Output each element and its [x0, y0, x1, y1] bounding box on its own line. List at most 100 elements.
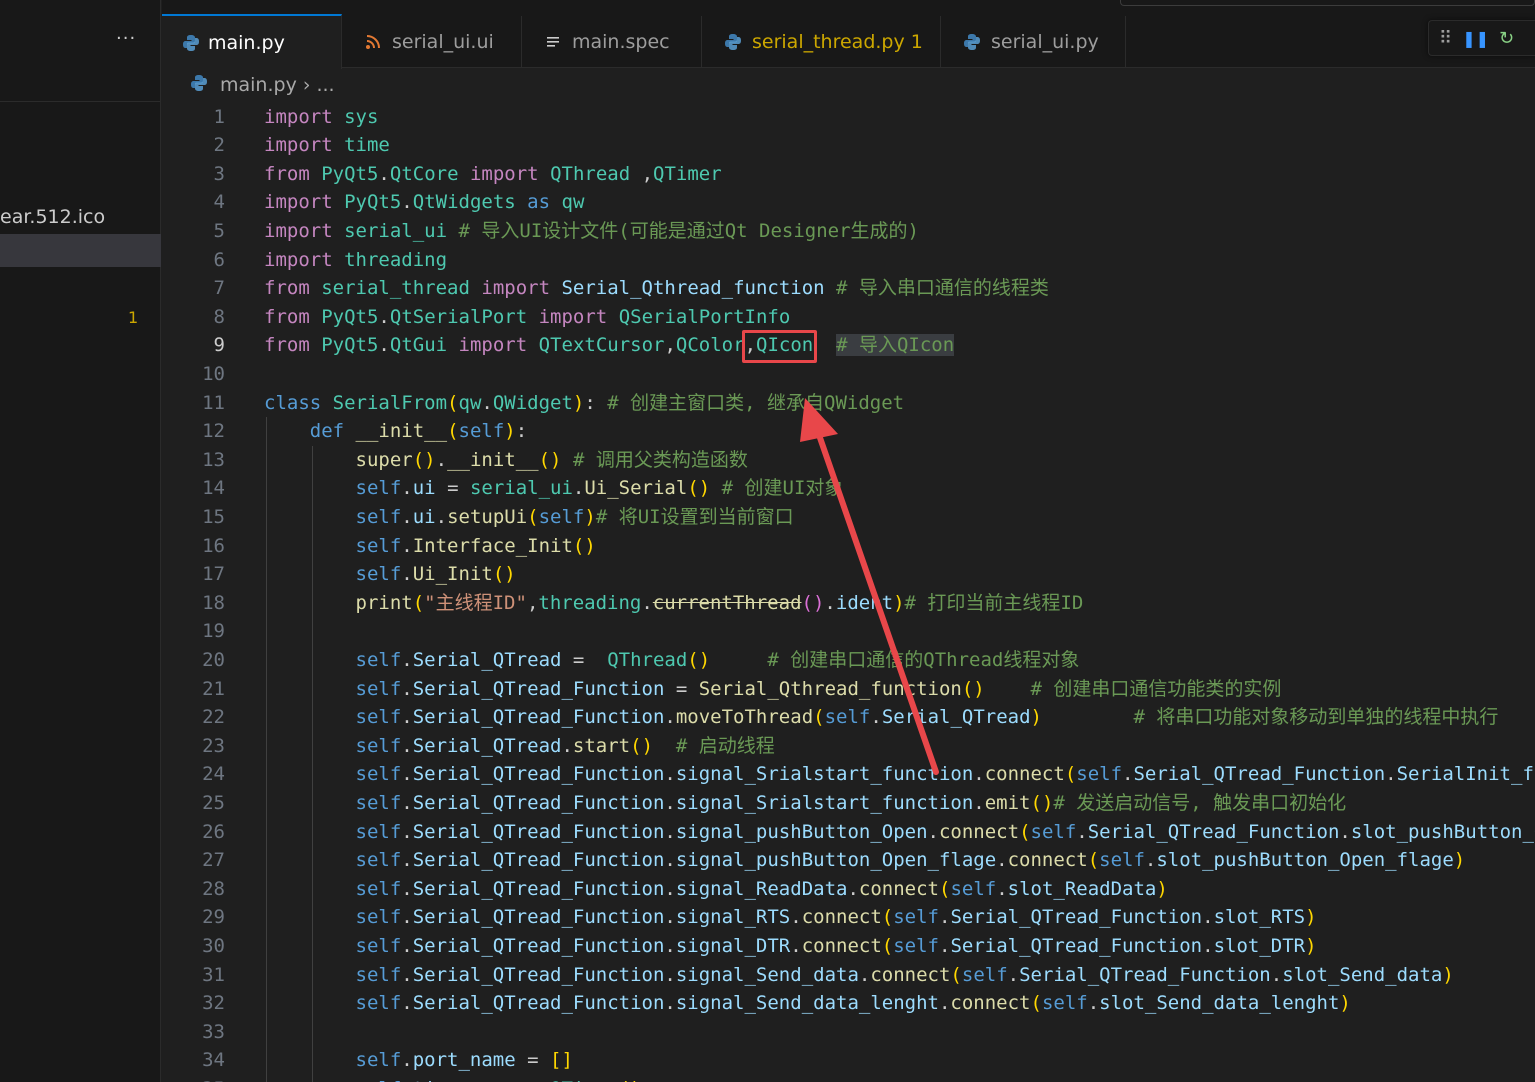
code-text[interactable]: self.Serial_QTread_Function.signal_Srial…: [264, 760, 1535, 789]
tab-serial-thread-py[interactable]: serial_thread.py 1: [702, 16, 941, 68]
code-text[interactable]: self.port_name = []: [264, 1046, 573, 1075]
code-line[interactable]: 27 self.Serial_QTread_Function.signal_pu…: [162, 846, 1535, 875]
line-number: 20: [202, 648, 225, 671]
code-text[interactable]: super().__init__() # 调用父类构造函数: [264, 446, 748, 475]
line-number: 15: [202, 505, 225, 528]
code-text[interactable]: print("主线程ID",threading.currentThread().…: [264, 589, 1084, 618]
code-text[interactable]: from PyQt5.QtGui import QTextCursor,QCol…: [264, 331, 955, 360]
tab-main-py[interactable]: main.py: [162, 14, 342, 69]
code-text[interactable]: self.Serial_QTread_Function = Serial_Qth…: [264, 675, 1282, 704]
sidebar-selected-item[interactable]: [0, 234, 161, 267]
code-text[interactable]: import serial_ui # 导入UI设计文件(可能是通过Qt Desi…: [264, 217, 919, 246]
code-text[interactable]: self.Interface_Init(): [264, 532, 596, 561]
code-line[interactable]: 16 self.Interface_Init(): [162, 532, 1535, 561]
code-line[interactable]: 5 import serial_ui # 导入UI设计文件(可能是通过Qt Des…: [162, 217, 1535, 246]
code-text[interactable]: import time: [264, 131, 390, 160]
code-text[interactable]: import PyQt5.QtWidgets as qw: [264, 188, 584, 217]
code-text[interactable]: self.Ui_Init(): [264, 560, 516, 589]
python-icon: [182, 32, 200, 54]
code-text[interactable]: self.Serial_QTread_Function.signal_DTR.c…: [264, 932, 1317, 961]
code-line[interactable]: 29 self.Serial_QTread_Function.signal_RT…: [162, 903, 1535, 932]
code-text[interactable]: self.Serial_QTread_Function.moveToThread…: [264, 703, 1499, 732]
sidebar-file-item[interactable]: ear.512.ico: [0, 206, 105, 228]
code-line[interactable]: 21 self.Serial_QTread_Function = Serial_…: [162, 675, 1535, 704]
code-text[interactable]: self.Serial_QTread_Function.signal_pushB…: [264, 846, 1466, 875]
code-text[interactable]: self.Serial_QTread_Function.signal_RTS.c…: [264, 903, 1317, 932]
line-number: 27: [202, 849, 225, 872]
code-line[interactable]: 11 class SerialFrom(qw.QWidget): # 创建主窗口类…: [162, 389, 1535, 418]
code-text[interactable]: self.Serial_QTread_Function.signal_Srial…: [264, 789, 1347, 818]
code-line[interactable]: 32 self.Serial_QTread_Function.signal_Se…: [162, 989, 1535, 1018]
code-line[interactable]: 14 self.ui = serial_ui.Ui_Serial() # 创建U…: [162, 474, 1535, 503]
code-line[interactable]: 10: [162, 360, 1535, 389]
line-number: 13: [202, 448, 225, 471]
code-text[interactable]: self.ui.setupUi(self)# 将UI设置到当前窗口: [264, 503, 794, 532]
code-text[interactable]: from PyQt5.QtCore import QThread ,QTimer: [264, 160, 722, 189]
code-line[interactable]: 3 from PyQt5.QtCore import QThread ,QTime…: [162, 160, 1535, 189]
tab-label: serial_thread.py: [752, 31, 905, 53]
line-number: 7: [213, 277, 225, 300]
line-number: 4: [213, 191, 225, 214]
line-number: 34: [202, 1049, 225, 1072]
tab-problem-count: 1: [910, 31, 923, 53]
tab-main-spec[interactable]: main.spec: [522, 16, 702, 68]
line-number: 18: [202, 591, 225, 614]
code-line[interactable]: 15 self.ui.setupUi(self)# 将UI设置到当前窗口: [162, 503, 1535, 532]
code-line[interactable]: 18 print("主线程ID",threading.currentThread…: [162, 589, 1535, 618]
code-line[interactable]: 33: [162, 1018, 1535, 1047]
code-line[interactable]: 34 self.port_name = []: [162, 1046, 1535, 1075]
line-number: 8: [213, 305, 225, 328]
code-line[interactable]: 24 self.Serial_QTread_Function.signal_Sr…: [162, 760, 1535, 789]
tab-serial-ui-ui[interactable]: serial_ui.ui: [342, 16, 522, 68]
code-line[interactable]: 13 super().__init__() # 调用父类构造函数: [162, 446, 1535, 475]
line-number: 28: [202, 877, 225, 900]
breadcrumb-file[interactable]: main.py: [220, 74, 297, 96]
code-line[interactable]: 17 self.Ui_Init(): [162, 560, 1535, 589]
code-line[interactable]: 30 self.Serial_QTread_Function.signal_DT…: [162, 932, 1535, 961]
code-line[interactable]: 1 import sys: [162, 103, 1535, 132]
code-text[interactable]: from serial_thread import Serial_Qthread…: [264, 274, 1049, 303]
code-line[interactable]: 35 self.time_scan = QTimer(): [162, 1075, 1535, 1082]
code-text[interactable]: self.Serial_QTread_Function.signal_ReadD…: [264, 875, 1168, 904]
code-text[interactable]: self.Serial_QTread.start() # 启动线程: [264, 732, 775, 761]
code-text[interactable]: self.time_scan = QTimer(): [264, 1075, 642, 1082]
code-text[interactable]: def __init__(self):: [264, 417, 527, 446]
code-line[interactable]: 7 from serial_thread import Serial_Qthrea…: [162, 274, 1535, 303]
more-actions-icon[interactable]: ···: [116, 28, 136, 49]
code-line[interactable]: 19: [162, 617, 1535, 646]
code-text[interactable]: self.Serial_QTread_Function.signal_pushB…: [264, 818, 1535, 847]
code-line[interactable]: 23 self.Serial_QTread.start() # 启动线程: [162, 732, 1535, 761]
pause-icon[interactable]: ❚❚: [1462, 29, 1489, 48]
code-line[interactable]: 12 def __init__(self):: [162, 417, 1535, 446]
code-line[interactable]: 26 self.Serial_QTread_Function.signal_pu…: [162, 818, 1535, 847]
code-line[interactable]: 20 self.Serial_QTread = QThread() # 创建串口…: [162, 646, 1535, 675]
line-number: 25: [202, 791, 225, 814]
breadcrumb-symbol[interactable]: ...: [316, 74, 334, 96]
line-number: 16: [202, 534, 225, 557]
line-number: 12: [202, 420, 225, 443]
code-text[interactable]: self.Serial_QTread_Function.signal_Send_…: [264, 989, 1351, 1018]
code-line[interactable]: 8 from PyQt5.QtSerialPort import QSerialP…: [162, 303, 1535, 332]
restart-icon[interactable]: ↻: [1499, 28, 1514, 49]
code-line[interactable]: 25 self.Serial_QTread_Function.signal_Sr…: [162, 789, 1535, 818]
code-text[interactable]: class SerialFrom(qw.QWidget): # 创建主窗口类, …: [264, 389, 904, 418]
tab-serial-ui-py[interactable]: serial_ui.py: [941, 16, 1126, 68]
code-line[interactable]: 9 from PyQt5.QtGui import QTextCursor,QCo…: [162, 331, 1535, 360]
code-line[interactable]: 31 self.Serial_QTread_Function.signal_Se…: [162, 961, 1535, 990]
code-text[interactable]: self.Serial_QTread = QThread() # 创建串口通信的…: [264, 646, 1080, 675]
editor-tab-bar: main.py serial_ui.ui main.spec serial_th…: [162, 0, 1535, 69]
code-text[interactable]: self.Serial_QTread_Function.signal_Send_…: [264, 961, 1454, 990]
code-line[interactable]: 4 import PyQt5.QtWidgets as qw: [162, 188, 1535, 217]
code-editor[interactable]: 1 import sys 2 import time 3 from PyQt5.QtCor…: [162, 102, 1535, 1082]
code-text[interactable]: self.ui = serial_ui.Ui_Serial() # 创建UI对象: [264, 474, 844, 503]
code-text[interactable]: import threading: [264, 246, 447, 275]
code-line[interactable]: 28 self.Serial_QTread_Function.signal_Re…: [162, 875, 1535, 904]
code-line[interactable]: 22 self.Serial_QTread_Function.moveToThr…: [162, 703, 1535, 732]
rss-icon: [362, 31, 384, 53]
code-text[interactable]: from PyQt5.QtSerialPort import QSerialPo…: [264, 303, 790, 332]
code-line[interactable]: 2 import time: [162, 131, 1535, 160]
code-line[interactable]: 6 import threading: [162, 246, 1535, 275]
drag-handle-icon[interactable]: ⠿: [1439, 28, 1452, 49]
code-text[interactable]: import sys: [264, 103, 378, 132]
line-number: 22: [202, 706, 225, 729]
